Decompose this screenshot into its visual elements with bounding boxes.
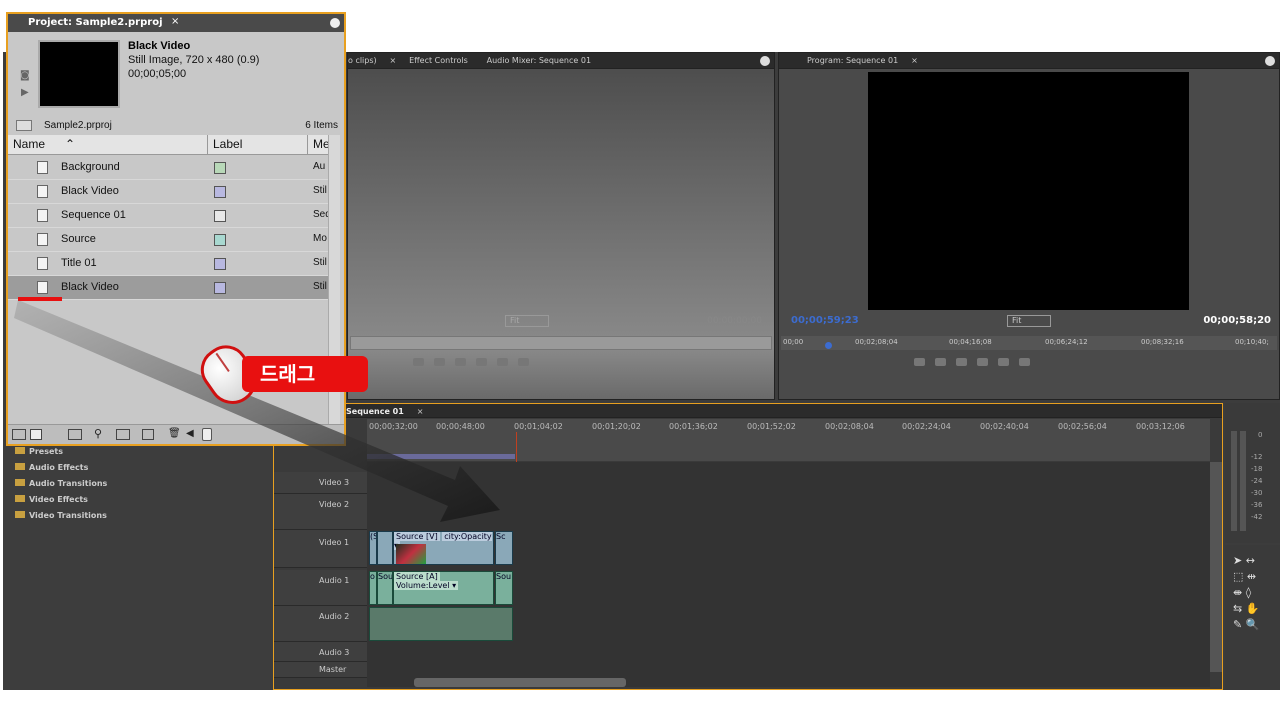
- drag-arrow-shape: [14, 300, 500, 522]
- drag-arrow: [14, 300, 500, 522]
- drag-label: 드래그: [260, 362, 316, 386]
- drag-label-badge: 드래그: [242, 356, 368, 392]
- mouse-button-divider: [215, 352, 230, 372]
